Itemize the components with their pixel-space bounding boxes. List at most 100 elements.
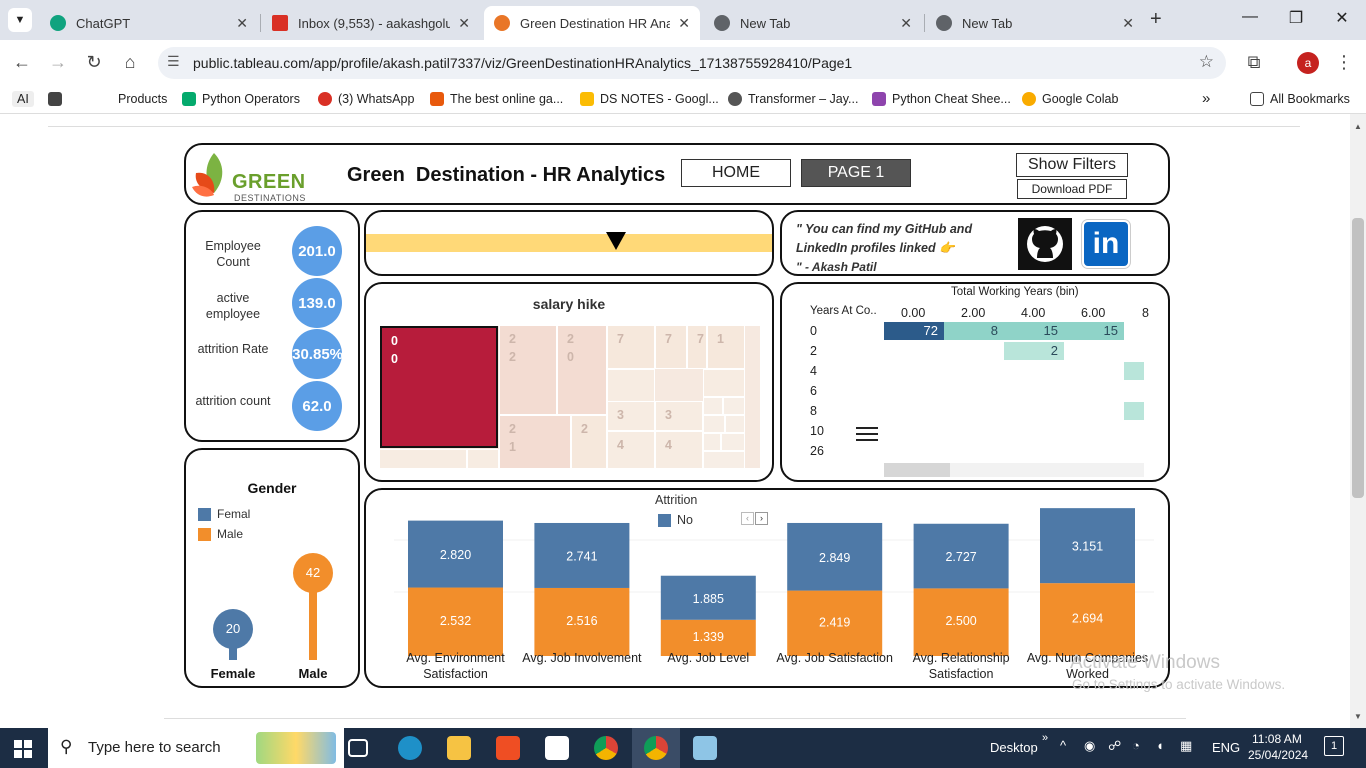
tab-tableau[interactable]: Green Destination HR Analy ✕	[484, 6, 700, 40]
filter-slider-track[interactable]	[366, 234, 772, 252]
heatmap-cell[interactable]: 72	[884, 322, 944, 340]
bookmark-python-operators[interactable]: Python Operators	[182, 92, 300, 106]
treemap-cell[interactable]: 4	[655, 431, 703, 468]
mail-icon[interactable]	[545, 736, 569, 760]
menu-icon[interactable]: ⋮	[1332, 52, 1356, 73]
treemap-cell[interactable]: 7	[687, 326, 707, 369]
close-icon[interactable]: ✕	[1122, 15, 1134, 32]
bookmark-ai[interactable]: AI	[12, 91, 34, 107]
treemap-cell[interactable]	[703, 415, 725, 433]
windows-start-icon[interactable]	[14, 740, 32, 758]
treemap-cell[interactable]: 2	[571, 415, 607, 468]
bookmark-star-icon[interactable]: ☆	[1199, 52, 1214, 72]
treemap-cell[interactable]: 7	[655, 326, 687, 369]
treemap-cell[interactable]: 3	[607, 401, 655, 431]
profile-avatar[interactable]: a	[1297, 52, 1319, 74]
volume-icon[interactable]: ◖	[1156, 738, 1164, 753]
file-explorer-icon[interactable]	[447, 736, 471, 760]
reload-icon[interactable]: ↻	[82, 52, 106, 73]
edge-icon[interactable]	[398, 736, 422, 760]
close-window-icon[interactable]: ✕	[1322, 8, 1362, 28]
heatmap-cell[interactable]	[1124, 402, 1144, 420]
wifi-icon[interactable]: ◔	[1132, 738, 1140, 753]
slider-handle-icon[interactable]	[606, 232, 626, 250]
tab-new-tab-2[interactable]: New Tab ✕	[926, 6, 1144, 40]
linkedin-icon[interactable]: in	[1082, 220, 1130, 268]
treemap-cell[interactable]: 7	[607, 326, 655, 369]
treemap-cell[interactable]: 22	[499, 326, 557, 415]
heatmap-cell[interactable]: 2	[1004, 342, 1064, 360]
tray-overflow-icon[interactable]: »	[1042, 732, 1048, 744]
tab-search-button[interactable]: ▼	[8, 8, 32, 32]
close-icon[interactable]: ✕	[900, 15, 912, 32]
home-icon[interactable]: ⌂	[118, 52, 142, 73]
tab-chatgpt[interactable]: ChatGPT ✕	[40, 6, 258, 40]
meet-now-icon[interactable]: ◉	[1084, 738, 1095, 754]
task-view-icon[interactable]	[348, 739, 368, 757]
restore-icon[interactable]: ❐	[1276, 8, 1316, 28]
address-bar[interactable]: ☰ public.tableau.com/app/profile/akash.p…	[158, 47, 1226, 79]
clock-time[interactable]: 11:08 AM	[1252, 732, 1302, 746]
taskbar-search[interactable]: ⚲ Type here to search	[48, 728, 344, 768]
close-icon[interactable]: ✕	[458, 15, 470, 32]
desktop-label[interactable]: Desktop	[990, 740, 1038, 755]
scroll-down-icon[interactable]: ▼	[1354, 712, 1362, 721]
scroll-up-icon[interactable]: ▲	[1354, 122, 1362, 131]
store-icon[interactable]	[496, 736, 520, 760]
tray-chevron-up-icon[interactable]: ^	[1060, 738, 1066, 753]
lollipop-male[interactable]: 42	[293, 553, 333, 594]
lollipop-female[interactable]: 20	[213, 609, 253, 650]
heatmap-cell[interactable]: 15	[1004, 322, 1064, 340]
treemap-cell[interactable]	[703, 433, 721, 451]
tab-new-tab-1[interactable]: New Tab ✕	[704, 6, 922, 40]
treemap-cell[interactable]: 3	[655, 401, 703, 431]
bookmark-online-game[interactable]: The best online ga...	[430, 92, 563, 106]
keyboard-icon[interactable]: ▦	[1180, 738, 1192, 754]
treemap-cell[interactable]: 00	[380, 326, 498, 448]
treemap-cell[interactable]: 20	[557, 326, 607, 415]
extensions-icon[interactable]: ⧉	[1242, 52, 1266, 73]
chrome-icon[interactable]	[594, 736, 618, 760]
treemap-cell[interactable]: 1	[707, 326, 745, 369]
bookmark-ds-notes[interactable]: DS NOTES - Googl...	[580, 92, 719, 106]
forward-icon[interactable]: →	[46, 52, 70, 73]
treemap-cell[interactable]	[723, 397, 745, 415]
heatmap-scroll-thumb[interactable]	[884, 463, 950, 477]
notification-icon[interactable]: 1	[1324, 736, 1344, 756]
bookmark-products[interactable]: Products	[118, 92, 167, 106]
heatmap-scrollbar[interactable]	[884, 463, 1144, 477]
tab-gmail[interactable]: Inbox (9,553) - aakashgolu1 ✕	[262, 6, 480, 40]
back-icon[interactable]: ←	[10, 52, 34, 73]
page1-button[interactable]: PAGE 1	[801, 159, 911, 187]
clock-date[interactable]: 25/04/2024	[1248, 748, 1308, 762]
treemap-cell[interactable]	[380, 449, 467, 468]
treemap-cell[interactable]	[467, 449, 499, 468]
new-tab-button[interactable]: +	[1150, 8, 1162, 31]
show-filters-button[interactable]: Show Filters	[1016, 153, 1128, 177]
treemap-cell[interactable]: 21	[499, 415, 571, 468]
menu-icon[interactable]	[856, 426, 878, 442]
url-text[interactable]: public.tableau.com/app/profile/akash.pat…	[193, 55, 852, 71]
treemap-cell[interactable]	[725, 415, 745, 433]
bookmarks-overflow-icon[interactable]: »	[1202, 90, 1210, 107]
close-icon[interactable]: ✕	[236, 15, 248, 32]
minimize-icon[interactable]: —	[1230, 8, 1270, 26]
bookmark-transformer[interactable]: Transformer – Jay...	[728, 92, 858, 106]
heatmap-cell[interactable]	[1124, 362, 1144, 380]
bookmark-whatsapp[interactable]: (3) WhatsApp	[318, 92, 414, 106]
github-icon[interactable]	[1018, 218, 1072, 270]
snipping-tool-icon[interactable]	[693, 736, 717, 760]
language-indicator[interactable]: ENG	[1212, 740, 1240, 755]
salary-hike-treemap[interactable]: 00222077713321244	[380, 326, 760, 468]
treemap-cell[interactable]	[721, 433, 745, 451]
bookmark-folder[interactable]	[48, 92, 68, 106]
network-icon[interactable]: ☍	[1108, 738, 1121, 754]
bookmark-python-cheat-sheet[interactable]: Python Cheat Shee...	[872, 92, 1011, 106]
home-button[interactable]: HOME	[681, 159, 791, 187]
download-pdf-button[interactable]: Download PDF	[1017, 179, 1127, 199]
site-info-icon[interactable]: ☰	[167, 53, 180, 70]
treemap-cell[interactable]	[703, 397, 723, 415]
treemap-cell[interactable]	[703, 451, 745, 468]
close-icon[interactable]: ✕	[678, 15, 690, 32]
treemap-cell[interactable]: 4	[607, 431, 655, 468]
